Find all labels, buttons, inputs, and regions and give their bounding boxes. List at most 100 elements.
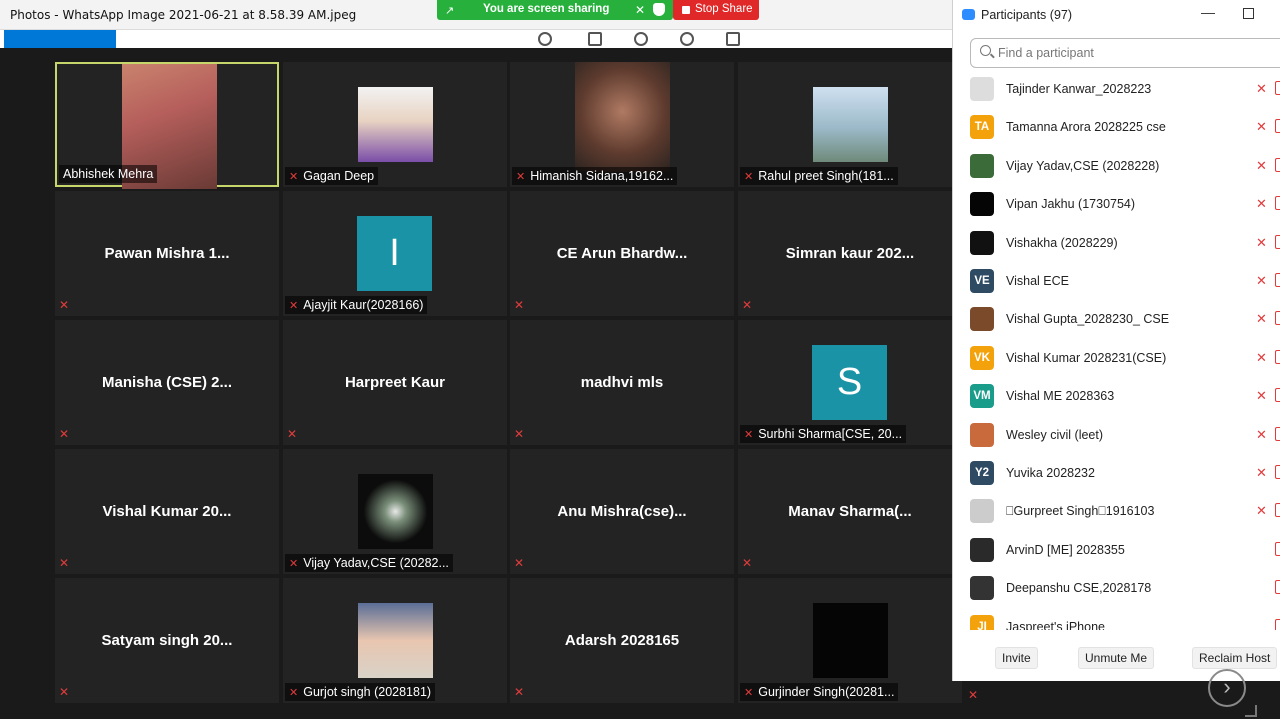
find-participant-box[interactable] [970, 38, 1280, 68]
mic-muted-icon: ✕ [968, 688, 979, 702]
invite-button[interactable]: Invite [995, 647, 1038, 669]
mic-muted-icon: ✕ [289, 171, 299, 183]
participant-video-frame [357, 603, 433, 678]
video-tile[interactable]: Adarsh 2028165 ✕ [510, 578, 734, 703]
find-participant-input[interactable] [998, 44, 1278, 62]
video-tile[interactable]: S ✕ Surbhi Sharma[CSE, 20... [738, 320, 962, 445]
video-tile[interactable]: Manisha (CSE) 2... ✕ [55, 320, 279, 445]
mic-muted-icon: ✕ [514, 298, 525, 312]
mic-muted-icon: ✕ [516, 171, 526, 183]
video-off-icon [1275, 388, 1280, 403]
participant-name: Yuvika 2028232 [1006, 466, 1095, 480]
mic-muted-icon: ✕ [59, 298, 70, 312]
resize-grip-icon[interactable] [1245, 705, 1257, 717]
screen-sharing-label: You are screen sharing [483, 3, 610, 15]
participant-name-label: ✕ Rahul preet Singh(181... [740, 167, 898, 185]
crop-icon[interactable] [726, 32, 740, 46]
video-tile[interactable]: Harpreet Kaur ✕ [283, 320, 507, 445]
rotate-icon[interactable] [680, 32, 694, 46]
participant-row[interactable]: Vipan Jakhu (1730754) ✕ [953, 185, 1280, 223]
stop-share-button[interactable]: Stop Share [673, 0, 759, 20]
pin-icon[interactable]: ↗ [445, 4, 454, 17]
participant-row[interactable]: Y2 Yuvika 2028232 ✕ [953, 454, 1280, 492]
video-tile[interactable]: Abhishek Mehra [55, 62, 279, 189]
participant-row[interactable]: TA Tamanna Arora 2028225 cse ✕ [953, 108, 1280, 146]
participant-row[interactable]: VM Vishal ME 2028363 ✕ [953, 377, 1280, 415]
video-tile[interactable]: madhvi mls ✕ [510, 320, 734, 445]
mic-muted-icon: ✕ [1256, 311, 1267, 327]
maximize-icon[interactable] [1243, 8, 1254, 19]
shield-icon[interactable] [653, 3, 665, 16]
reclaim-host-button[interactable]: Reclaim Host [1192, 647, 1278, 669]
avatar: I [357, 216, 432, 291]
participant-name: Deepanshu CSE,2028178 [1006, 581, 1152, 596]
mic-muted-icon: ✕ [1256, 119, 1267, 135]
participant-row[interactable]: VK Vishal Kumar 2028231(CSE) ✕ [953, 339, 1280, 377]
zoom-logo-icon [962, 9, 975, 20]
participant-display-name: Manav Sharma(... [788, 503, 912, 520]
unmute-me-button[interactable]: Unmute Me [1078, 647, 1155, 669]
stop-share-label: Stop Share [695, 3, 753, 15]
stop-icon [682, 6, 690, 14]
search-icon [980, 45, 991, 56]
mic-muted-icon: ✕ [1256, 273, 1267, 288]
avatar [970, 307, 994, 332]
video-off-icon [1275, 541, 1280, 556]
participant-video-frame [812, 87, 888, 162]
participant-row[interactable]: Vishakha (2028229) ✕ [953, 224, 1280, 262]
participant-name: Himanish Sidana,19162... [530, 169, 674, 183]
participant-row[interactable]: Wesley civil (leet) ✕ [953, 416, 1280, 454]
photos-toolbar [0, 30, 952, 48]
video-tile[interactable]: ✕ Rahul preet Singh(181... [738, 62, 962, 187]
avatar: TA [970, 115, 994, 140]
video-tile[interactable]: Pawan Mishra 1... ✕ [55, 191, 279, 316]
video-tile[interactable]: Satyam singh 20... ✕ [55, 578, 279, 703]
photos-window-title: Photos - WhatsApp Image 2021-06-21 at 8.… [10, 8, 357, 22]
participant-list[interactable]: Tajinder Kanwar_2028223 ✕ TA Tamanna Arora … [953, 70, 1280, 630]
video-off-icon [1275, 81, 1280, 95]
mic-muted-icon: ✕ [744, 171, 754, 183]
video-tile[interactable]: Vishal Kumar 20... ✕ [55, 449, 279, 574]
mic-muted-icon: ✕ [1256, 157, 1267, 173]
participant-display-name: madhvi mls [580, 374, 664, 391]
avatar: JI [970, 614, 994, 630]
participant-row[interactable]: Tajinder Kanwar_2028223 ✕ [953, 70, 1280, 108]
participant-row[interactable]: ⎕Gurpreet Singh⎕1916103 ✕ [953, 492, 1280, 530]
minimize-icon[interactable]: — [1201, 4, 1215, 20]
avatar [970, 230, 994, 255]
video-tile[interactable]: ✕ Gagan Deep [283, 62, 507, 187]
video-tile[interactable]: Simran kaur 202... ✕ [738, 191, 962, 316]
participant-name: Vishakha (2028229) [1006, 235, 1118, 250]
heart-icon[interactable] [634, 32, 648, 46]
participant-display-name: Vishal Kumar 20... [102, 503, 232, 520]
participant-name: Gurjinder Singh(20281... [758, 685, 895, 699]
video-tile[interactable]: Manav Sharma(... ✕ [738, 449, 962, 574]
video-tile[interactable]: ✕ Himanish Sidana,19162... [510, 62, 734, 187]
avatar [970, 192, 994, 217]
zoom-icon[interactable] [538, 32, 552, 46]
delete-icon[interactable] [588, 32, 602, 46]
mic-off-icon[interactable]: ✕ [635, 3, 645, 17]
participant-row[interactable]: ArvinD [ME] 2028355 [953, 531, 1280, 569]
participant-display-name: Harpreet Kaur [344, 374, 446, 391]
video-tile[interactable]: ✕ Gurjot singh (2028181) [283, 578, 507, 703]
video-off-icon [1275, 273, 1280, 287]
avatar: S [812, 345, 887, 420]
video-tile[interactable]: CE Arun Bhardw... ✕ [510, 191, 734, 316]
mic-muted-icon: ✕ [744, 687, 754, 699]
photos-nav-button[interactable] [4, 30, 116, 48]
mic-muted-icon: ✕ [59, 427, 70, 441]
participant-row[interactable]: Deepanshu CSE,2028178 [953, 569, 1280, 607]
screen-sharing-banner[interactable]: ↗ You are screen sharing ✕ [437, 0, 673, 20]
mic-muted-icon: ✕ [1256, 388, 1267, 404]
participant-row[interactable]: JI Jaspreet's iPhone [953, 608, 1280, 630]
video-tile[interactable]: ✕ Vijay Yadav,CSE (20282... [283, 449, 507, 574]
video-tile[interactable]: Anu Mishra(cse)... ✕ [510, 449, 734, 574]
video-tile[interactable]: ✕ Gurjinder Singh(20281... [738, 578, 962, 703]
participant-row[interactable]: Vishal Gupta_2028230_ CSE ✕ [953, 300, 1280, 338]
participant-row[interactable]: Vijay Yadav,CSE (2028228) ✕ [953, 147, 1280, 185]
avatar [970, 499, 994, 524]
next-page-button[interactable]: › [1208, 669, 1246, 707]
participant-row[interactable]: VE Vishal ECE ✕ [953, 262, 1280, 300]
video-tile[interactable]: I ✕ Ajayjit Kaur(2028166) [283, 191, 507, 316]
